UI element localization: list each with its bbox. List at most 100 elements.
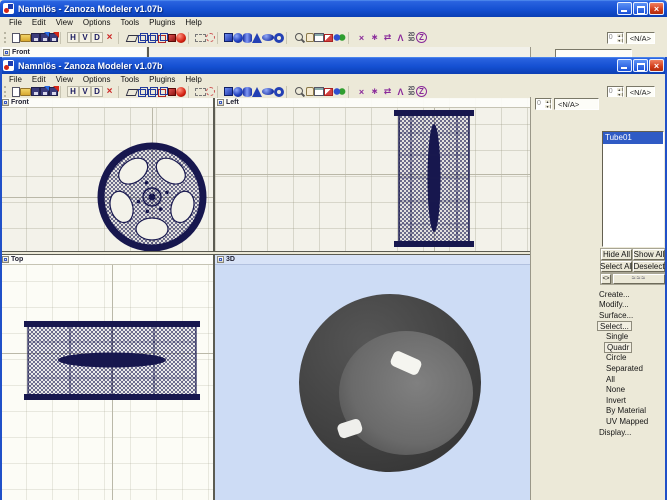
uv-edit-button[interactable] (324, 34, 333, 42)
export-button[interactable] (49, 33, 58, 42)
selection-dropdown[interactable]: <N/A> (626, 32, 655, 44)
zmodeler-menu-button[interactable]: Z (416, 32, 427, 43)
restore-button[interactable] (633, 59, 648, 72)
viewport-3d-canvas[interactable]: 3D (215, 255, 530, 500)
viewport-restore-icon[interactable] (217, 256, 224, 263)
lasso-select-button[interactable] (125, 86, 138, 98)
viewport-top-canvas[interactable]: Top (0, 255, 213, 500)
circle-select-button[interactable] (206, 87, 215, 96)
mode-2d3d-button[interactable]: 2D 3D (407, 86, 416, 98)
viewport-restore-icon[interactable] (217, 99, 224, 106)
create-cylinder-button[interactable] (243, 87, 252, 97)
skeleton-tool-button[interactable]: Λ (394, 32, 407, 44)
menu-tools[interactable]: Tools (115, 18, 144, 27)
sidebar-menu-by-material[interactable]: By Material (604, 406, 648, 417)
vertex-sphere-button[interactable] (176, 87, 186, 97)
circle-select-button[interactable] (206, 33, 215, 42)
sidebar-menu-surface[interactable]: Surface... (597, 310, 635, 321)
pan-tool-button[interactable] (306, 87, 314, 96)
minimize-button[interactable] (617, 59, 632, 72)
zoom-window-button[interactable] (314, 87, 324, 96)
sidebar-menu-none[interactable]: None (604, 384, 627, 395)
spinner-down-icon[interactable]: ▾ (616, 38, 623, 43)
panel-rollup-button[interactable]: ≈≈≈ (613, 274, 665, 284)
menu-options[interactable]: Options (78, 18, 116, 27)
sidebar-menu-quadr[interactable]: Quadr (604, 342, 632, 353)
red-cube-button[interactable] (168, 88, 176, 96)
restore-button[interactable] (633, 2, 648, 15)
create-torus-button[interactable] (274, 33, 284, 43)
vertex-sphere-button[interactable] (176, 33, 186, 43)
zoom-window-button[interactable] (314, 33, 324, 42)
create-cone-button[interactable] (252, 33, 262, 43)
panel-collapse-button[interactable]: <> (601, 274, 611, 284)
sidebar-menu-single[interactable]: Single (604, 331, 630, 342)
material-editor-button[interactable] (333, 87, 346, 96)
toolbar-grip[interactable] (4, 32, 9, 43)
frame-spinner[interactable]: 0 ▴▾ (607, 86, 624, 98)
new-file-button[interactable] (12, 87, 20, 97)
mode-2d3d-button[interactable]: 2D 3D (407, 32, 416, 44)
mirror-tool-button[interactable]: ⇄ (381, 86, 394, 98)
viewport-restore-icon[interactable] (2, 99, 9, 106)
cut-tool-button[interactable]: × (355, 32, 368, 44)
hide-toggle-button[interactable]: × (103, 86, 116, 98)
sidebar-menu-circle[interactable]: Circle (604, 353, 628, 364)
back-viewport-splitter[interactable] (147, 47, 149, 57)
toolbar-grip[interactable] (4, 86, 9, 97)
cut-tool-button[interactable]: × (355, 86, 368, 98)
new-file-button[interactable] (12, 33, 20, 43)
open-file-button[interactable] (20, 34, 31, 42)
select-all-button[interactable]: Select All (601, 261, 632, 272)
pivot-cube-button[interactable] (158, 33, 168, 43)
create-ellipsoid-button[interactable] (262, 34, 274, 41)
save-file-button[interactable] (31, 87, 40, 96)
vertical-view-button[interactable]: V (79, 32, 91, 43)
menu-file[interactable]: File (4, 75, 27, 84)
menu-help[interactable]: Help (180, 75, 206, 84)
create-sphere-button[interactable] (233, 33, 243, 43)
lasso-select-button[interactable] (125, 32, 138, 44)
menu-edit[interactable]: Edit (27, 75, 51, 84)
viewport-restore-icon[interactable] (2, 256, 9, 263)
object-list-item[interactable]: Tube01 (603, 132, 663, 144)
save-file-button[interactable] (31, 33, 40, 42)
rect-select-button[interactable] (195, 34, 206, 42)
menu-edit[interactable]: Edit (27, 18, 51, 27)
viewport-vertical-splitter-top[interactable] (213, 98, 215, 251)
zoom-tool-button[interactable] (293, 32, 306, 44)
open-file-button[interactable] (20, 88, 31, 96)
viewport-front-canvas[interactable]: Front (0, 98, 213, 251)
sidebar-menu-all[interactable]: All (604, 374, 617, 385)
dual-view-button[interactable]: D (91, 32, 103, 43)
menu-view[interactable]: View (51, 18, 78, 27)
back-window-titlebar[interactable]: Namnlös - Zanoza Modeler v1.07b × (0, 0, 667, 17)
dual-view-button[interactable]: D (91, 86, 103, 97)
create-ellipsoid-button[interactable] (262, 88, 274, 95)
menu-help[interactable]: Help (180, 18, 206, 27)
panel-spinner[interactable]: 0 ▴▾ (535, 98, 552, 110)
minimize-button[interactable] (617, 2, 632, 15)
export-button[interactable] (49, 87, 58, 96)
close-button[interactable]: × (649, 59, 664, 72)
hide-all-button[interactable]: Hide All (601, 249, 632, 260)
selection-dropdown[interactable]: <N/A> (626, 86, 655, 98)
zmodeler-menu-button[interactable]: Z (416, 86, 427, 97)
sidebar-menu-display[interactable]: Display... (597, 427, 633, 438)
back-sidebar-dropdown[interactable] (555, 49, 632, 57)
frame-spinner[interactable]: 0 ▴▾ (607, 32, 624, 44)
sidebar-menu-select[interactable]: Select... (597, 321, 632, 332)
close-button[interactable]: × (649, 2, 664, 15)
show-all-button[interactable]: Show All (633, 249, 665, 260)
zoom-tool-button[interactable] (293, 86, 306, 98)
panel-selection-dropdown[interactable]: <N/A> (554, 98, 599, 110)
wire-cube-button[interactable] (138, 33, 148, 43)
sidebar-menu-invert[interactable]: Invert (604, 395, 628, 406)
weld-tool-button[interactable]: ∗ (368, 32, 381, 44)
horizontal-view-button[interactable]: H (67, 32, 79, 43)
hide-toggle-button[interactable]: × (103, 32, 116, 44)
rect-select-button[interactable] (195, 88, 206, 96)
sidebar-menu-uv-mapped[interactable]: UV Mapped (604, 416, 650, 427)
uv-edit-button[interactable] (324, 88, 333, 96)
mirror-tool-button[interactable]: ⇄ (381, 32, 394, 44)
